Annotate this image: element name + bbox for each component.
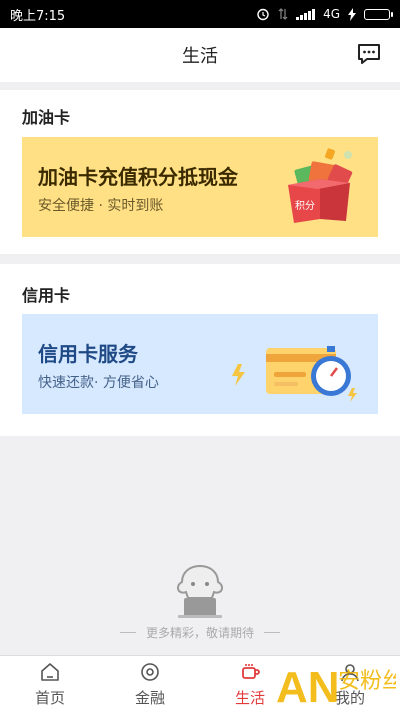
credit-card-section: 信用卡 信用卡服务 快速还款· 方便省心 [0, 264, 400, 436]
watermark-logo: AN [276, 663, 340, 710]
card-timer-icon [232, 346, 357, 402]
gift-box-icon: 积分 [288, 148, 353, 223]
life-icon [242, 663, 260, 679]
tab-finance[interactable]: 金融 [100, 656, 200, 712]
tab-home[interactable]: 首页 [0, 656, 100, 712]
finance-icon [141, 662, 159, 681]
charging-icon [348, 7, 356, 21]
gift-label: 积分 [295, 200, 315, 212]
page-title: 生活 [182, 46, 218, 67]
tab-finance-label: 金融 [134, 688, 165, 707]
status-icons: 4G [256, 7, 393, 21]
credit-card-title: 信用卡服务 [38, 342, 138, 366]
signal-icon [296, 8, 316, 20]
empty-state-text: 更多精彩，敬请期待 [0, 624, 400, 641]
fuel-card-section: 加油卡 加油卡充值积分抵现金 安全便捷 · 实时到账 积分 [0, 90, 400, 254]
data-arrows-icon [278, 8, 288, 20]
fuel-card-banner[interactable]: 加油卡充值积分抵现金 安全便捷 · 实时到账 积分 [22, 137, 378, 237]
mascot-icon [177, 564, 223, 618]
message-icon [358, 44, 380, 64]
network-type: 4G [323, 7, 340, 21]
credit-section-title: 信用卡 [22, 286, 71, 305]
status-time: 晚上7:15 [10, 8, 66, 24]
top-header: 生活 [0, 28, 400, 82]
tab-home-label: 首页 [34, 688, 65, 707]
divider-right [264, 632, 280, 633]
message-button[interactable] [356, 42, 382, 66]
credit-card-banner[interactable]: 信用卡服务 快速还款· 方便省心 [22, 314, 378, 414]
home-icon [41, 662, 59, 681]
fuel-card-subtitle: 安全便捷 · 实时到账 [38, 198, 164, 214]
status-bar: 晚上7:15 4G [0, 0, 400, 28]
battery-icon [364, 8, 393, 20]
divider-left [119, 632, 136, 633]
tab-life-label: 生活 [234, 688, 265, 707]
credit-card-subtitle: 快速还款· 方便省心 [38, 375, 159, 391]
more-coming-text: 更多精彩，敬请期待 [145, 626, 254, 640]
site-watermark: AN 安粉丝 [276, 663, 396, 710]
alarm-icon [257, 8, 269, 21]
fuel-card-title: 加油卡充值积分抵现金 [38, 165, 238, 189]
fuel-section-title: 加油卡 [22, 108, 71, 127]
watermark-text: 安粉丝 [338, 669, 396, 694]
empty-state-illustration [0, 560, 400, 624]
